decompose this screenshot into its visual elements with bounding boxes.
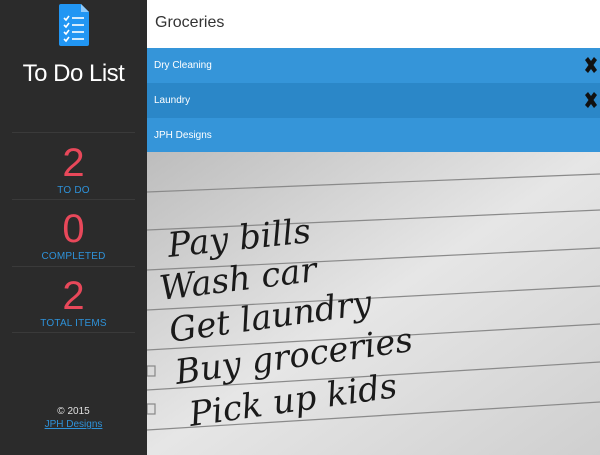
app-title: To Do List xyxy=(22,60,125,87)
item-text: Laundry xyxy=(154,95,191,106)
completed-count: 0 xyxy=(62,207,85,251)
footer: © 2015 JPH Designs xyxy=(0,405,147,431)
divider xyxy=(12,132,135,133)
list-item[interactable]: JPH Designs xyxy=(147,118,600,153)
checklist-icon xyxy=(59,4,89,46)
list-item[interactable]: Laundry xyxy=(147,83,600,118)
new-item-input[interactable] xyxy=(155,8,585,38)
close-icon[interactable] xyxy=(584,57,598,73)
list-item[interactable]: Dry Cleaning xyxy=(147,48,600,83)
notebook-photo: Pay bills Wash car Get laundry Buy groce… xyxy=(147,152,600,455)
footer-link[interactable]: JPH Designs xyxy=(45,419,103,430)
todo-label: TO DO xyxy=(57,185,90,196)
item-text: Dry Cleaning xyxy=(154,60,212,71)
divider xyxy=(12,332,135,333)
todo-count: 2 xyxy=(62,141,85,185)
todo-list: Dry Cleaning Laundry JPH Designs xyxy=(147,48,600,153)
total-label: TOTAL ITEMS xyxy=(40,318,107,329)
sidebar: To Do List 2 TO DO 0 COMPLETED 2 TOTAL I… xyxy=(0,0,147,455)
item-text: JPH Designs xyxy=(154,130,212,141)
main-panel: Dry Cleaning Laundry JPH Designs xyxy=(147,0,600,455)
copyright-text: © 2015 xyxy=(57,406,90,417)
completed-stat: 0 COMPLETED xyxy=(0,209,147,262)
new-item-bar xyxy=(147,0,600,47)
divider xyxy=(12,266,135,267)
total-count: 2 xyxy=(62,274,85,318)
divider xyxy=(12,199,135,200)
close-icon[interactable] xyxy=(584,92,598,108)
completed-label: COMPLETED xyxy=(41,251,106,262)
todo-stat: 2 TO DO xyxy=(0,143,147,196)
total-stat: 2 TOTAL ITEMS xyxy=(0,276,147,329)
